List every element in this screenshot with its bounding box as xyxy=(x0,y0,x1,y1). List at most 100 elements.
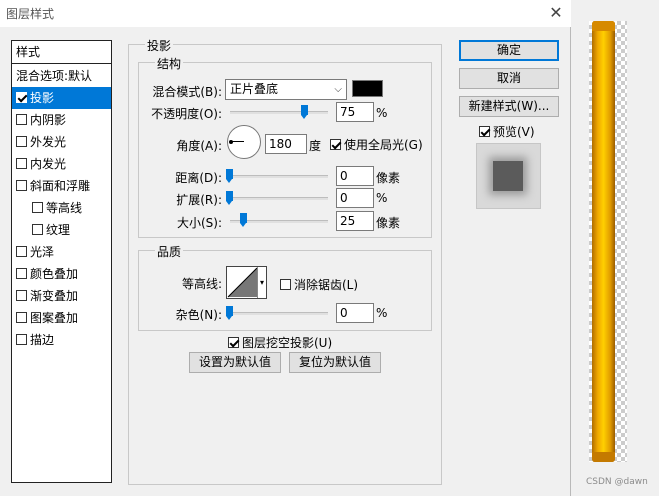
style-checkbox-icon[interactable] xyxy=(16,268,27,279)
contour-picker[interactable]: ▾ xyxy=(226,266,267,299)
style-checkbox-icon[interactable] xyxy=(16,180,27,191)
opacity-slider-thumb[interactable] xyxy=(300,105,308,119)
style-list-item[interactable]: 颜色叠加 xyxy=(12,263,111,285)
structure-title: 结构 xyxy=(155,55,184,72)
style-list: 样式 混合选项:默认投影内阴影外发光内发光斜面和浮雕等高线纹理光泽颜色叠加渐变叠… xyxy=(11,40,112,483)
gold-bar-top-cap xyxy=(592,21,615,31)
opacity-unit: % xyxy=(376,106,388,120)
style-list-item[interactable]: 光泽 xyxy=(12,241,111,263)
knockout-check-icon xyxy=(228,337,239,348)
angle-label: 角度(A): xyxy=(176,139,222,153)
style-list-item[interactable]: 投影 xyxy=(12,87,111,109)
distance-slider-track[interactable] xyxy=(230,175,328,178)
style-list-item-label: 纹理 xyxy=(46,223,71,237)
blend-mode-select[interactable]: 正片叠底 ⌵ xyxy=(225,79,347,100)
style-list-item-label: 斜面和浮雕 xyxy=(30,179,91,193)
anti-alias-checkbox[interactable]: 消除锯齿(L) xyxy=(280,276,358,293)
style-checkbox-icon[interactable] xyxy=(16,136,27,147)
style-list-item-label: 渐变叠加 xyxy=(30,289,79,303)
chevron-down-icon: ⌵ xyxy=(334,84,342,95)
opacity-slider-track[interactable] xyxy=(230,111,328,114)
gold-bar-layer xyxy=(592,21,615,462)
noise-input[interactable]: 0 xyxy=(336,303,374,323)
contour-label: 等高线: xyxy=(181,277,222,291)
style-list-item-label: 等高线 xyxy=(46,201,83,215)
spread-label: 扩展(R): xyxy=(176,193,222,207)
preview-checkbox[interactable]: 预览(V) xyxy=(479,123,535,140)
opacity-input[interactable]: 75 xyxy=(336,102,374,122)
style-checkbox-icon[interactable] xyxy=(16,246,27,257)
style-checkbox-icon[interactable] xyxy=(32,224,43,235)
distance-unit: 像素 xyxy=(376,171,401,185)
style-list-item[interactable]: 内发光 xyxy=(12,153,111,175)
size-input[interactable]: 25 xyxy=(336,211,374,231)
distance-slider-thumb[interactable] xyxy=(226,169,233,183)
title-bar: 图层样式 ✕ xyxy=(0,0,571,27)
style-list-item[interactable]: 图案叠加 xyxy=(12,307,111,329)
style-list-item-label: 外发光 xyxy=(30,135,67,149)
preview-label: 预览(V) xyxy=(493,125,535,139)
size-slider-thumb[interactable] xyxy=(240,213,247,227)
style-checkbox-icon[interactable] xyxy=(16,312,27,323)
spread-slider-track[interactable] xyxy=(230,197,328,200)
size-unit: 像素 xyxy=(376,216,401,230)
knockout-label: 图层挖空投影(U) xyxy=(242,336,333,350)
global-light-checkbox[interactable]: 使用全局光(G) xyxy=(330,136,423,153)
style-list-item-label: 内发光 xyxy=(30,157,67,171)
window-title: 图层样式 xyxy=(6,7,55,21)
style-checkbox-icon[interactable] xyxy=(16,92,27,103)
style-list-item[interactable]: 斜面和浮雕 xyxy=(12,175,111,197)
angle-unit: 度 xyxy=(309,139,322,153)
style-list-item[interactable]: 描边 xyxy=(12,329,111,351)
ok-button[interactable]: 确定 xyxy=(459,40,559,61)
style-list-item-label: 混合选项:默认 xyxy=(16,69,93,83)
style-list-item-label: 颜色叠加 xyxy=(30,267,79,281)
global-light-label: 使用全局光(G) xyxy=(344,138,423,152)
global-light-check-icon xyxy=(330,139,341,150)
make-default-button[interactable]: 设置为默认值 xyxy=(189,352,281,373)
style-list-item-label: 描边 xyxy=(30,333,55,347)
style-checkbox-icon[interactable] xyxy=(16,114,27,125)
cancel-button[interactable]: 取消 xyxy=(459,68,559,89)
style-checkbox-icon[interactable] xyxy=(16,290,27,301)
close-icon[interactable]: ✕ xyxy=(545,3,567,23)
quality-title: 品质 xyxy=(155,243,184,260)
spread-slider-thumb[interactable] xyxy=(226,191,233,205)
contour-linear-icon xyxy=(227,267,258,298)
style-list-item[interactable]: 纹理 xyxy=(12,219,111,241)
noise-label: 杂色(N): xyxy=(175,308,222,322)
preview-swatch xyxy=(493,161,523,191)
style-checkbox-icon[interactable] xyxy=(16,158,27,169)
new-style-button[interactable]: 新建样式(W)... xyxy=(459,96,559,117)
style-checkbox-icon[interactable] xyxy=(16,334,27,345)
spread-input[interactable]: 0 xyxy=(336,188,374,208)
drop-shadow-title: 投影 xyxy=(145,37,174,54)
style-list-item[interactable]: 等高线 xyxy=(12,197,111,219)
noise-unit: % xyxy=(376,306,388,320)
angle-dot xyxy=(229,140,233,144)
style-list-item-label: 光泽 xyxy=(30,245,55,259)
distance-label: 距离(D): xyxy=(175,171,222,185)
shadow-color-swatch[interactable] xyxy=(352,80,383,97)
reset-default-button[interactable]: 复位为默认值 xyxy=(289,352,381,373)
style-list-item[interactable]: 渐变叠加 xyxy=(12,285,111,307)
style-list-item[interactable]: 混合选项:默认 xyxy=(12,65,111,87)
blend-mode-value: 正片叠底 xyxy=(230,82,279,96)
noise-slider-track[interactable] xyxy=(230,312,328,315)
anti-alias-check-icon xyxy=(280,279,291,290)
style-checkbox-icon[interactable] xyxy=(32,202,43,213)
angle-dial[interactable] xyxy=(227,125,261,159)
noise-slider-thumb[interactable] xyxy=(226,306,233,320)
size-label: 大小(S): xyxy=(176,216,222,230)
contour-dropdown-icon[interactable]: ▾ xyxy=(257,267,266,298)
style-list-item[interactable]: 内阴影 xyxy=(12,109,111,131)
layer-style-dialog: 图层样式 ✕ 样式 混合选项:默认 投影 内阴影 外发光 内发光 斜面和浮雕 等高线 纹理 光泽… xyxy=(0,0,571,496)
style-list-header[interactable]: 样式 xyxy=(12,41,111,64)
angle-input[interactable]: 180 xyxy=(265,134,307,154)
distance-input[interactable]: 0 xyxy=(336,166,374,186)
preview-check-icon xyxy=(479,126,490,137)
style-list-item[interactable]: 外发光 xyxy=(12,131,111,153)
style-list-item-label: 内阴影 xyxy=(30,113,67,127)
knockout-checkbox[interactable]: 图层挖空投影(U) xyxy=(228,334,332,351)
anti-alias-label: 消除锯齿(L) xyxy=(294,278,359,292)
